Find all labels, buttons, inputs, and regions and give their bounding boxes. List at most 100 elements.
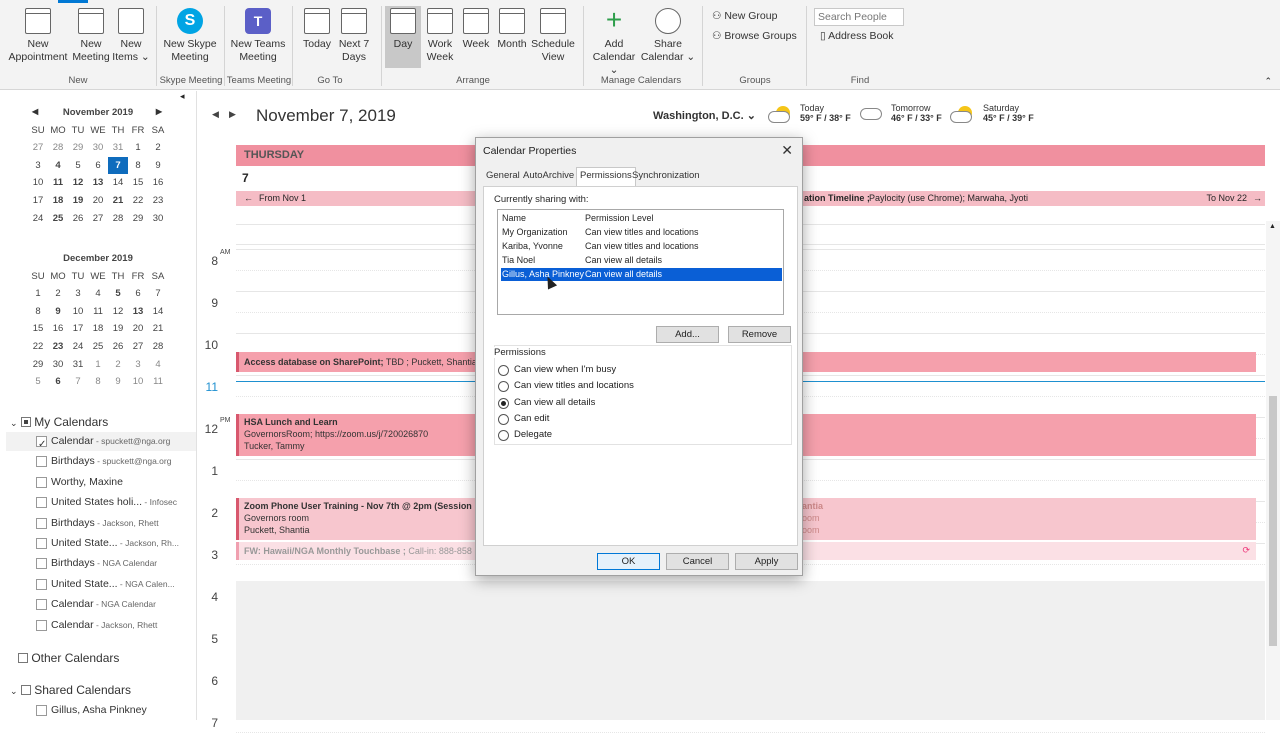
- calendar-day[interactable]: 3: [28, 157, 48, 175]
- checkbox[interactable]: ✓: [36, 436, 47, 450]
- month-button[interactable]: Month: [494, 8, 530, 51]
- calendar-day[interactable]: 11: [88, 303, 108, 321]
- week-button[interactable]: Week: [458, 8, 494, 51]
- calendar-day[interactable]: 13: [128, 303, 148, 321]
- calendar-day[interactable]: 23: [148, 192, 168, 210]
- checkbox[interactable]: [36, 705, 47, 716]
- scrollbar[interactable]: ▲: [1266, 221, 1280, 720]
- calendar-day[interactable]: 20: [88, 192, 108, 210]
- next-7-days-button[interactable]: Next 7 Days: [336, 8, 372, 64]
- close-icon[interactable]: ✕: [781, 142, 793, 159]
- calendar-day[interactable]: 10: [28, 174, 48, 192]
- calendar-day[interactable]: 16: [48, 320, 68, 338]
- calendar-day[interactable]: 30: [88, 139, 108, 157]
- prev-month-icon[interactable]: ◀: [32, 107, 38, 116]
- scroll-up-icon[interactable]: ▲: [1269, 223, 1276, 230]
- address-book-button[interactable]: ▯ Address Book: [820, 30, 894, 42]
- radio[interactable]: [498, 398, 509, 409]
- calendar-list-item[interactable]: United State... - NGA Calen...: [6, 575, 196, 594]
- calendar-day[interactable]: 10: [128, 373, 148, 391]
- calendar-day[interactable]: 2: [48, 285, 68, 303]
- calendar-day[interactable]: 4: [88, 285, 108, 303]
- prev-day-icon[interactable]: ◀: [212, 109, 219, 119]
- calendar-day[interactable]: 3: [68, 285, 88, 303]
- work-week-button[interactable]: Work Week: [422, 8, 458, 64]
- calendar-day[interactable]: 15: [28, 320, 48, 338]
- new-meeting-button[interactable]: New Meeting: [72, 8, 110, 64]
- calendar-day[interactable]: 4: [48, 157, 68, 175]
- next-day-icon[interactable]: ▶: [229, 109, 236, 119]
- calendar-day[interactable]: 8: [88, 373, 108, 391]
- calendar-list-item[interactable]: United State... - Jackson, Rh...: [6, 534, 196, 553]
- calendar-day[interactable]: 9: [48, 303, 68, 321]
- calendar-day[interactable]: 6: [48, 373, 68, 391]
- calendar-list-item[interactable]: Birthdays - spuckett@nga.org: [6, 452, 196, 471]
- calendar-day[interactable]: 1: [128, 139, 148, 157]
- calendar-day[interactable]: 2: [148, 139, 168, 157]
- tab-autoarchive[interactable]: AutoArchive: [523, 170, 574, 181]
- new-skype-meeting-button[interactable]: S New Skype Meeting: [160, 8, 220, 64]
- calendar-day[interactable]: 31: [68, 355, 88, 373]
- calendar-day[interactable]: 5: [108, 285, 128, 303]
- calendar-day[interactable]: 24: [68, 338, 88, 356]
- calendar-day[interactable]: 29: [68, 139, 88, 157]
- next-month-icon[interactable]: ▶: [156, 107, 162, 116]
- new-teams-meeting-button[interactable]: T New Teams Meeting: [228, 8, 288, 64]
- browse-groups-button[interactable]: ⚇ Browse Groups: [712, 30, 797, 42]
- list-item[interactable]: Tia Noel Can view all details: [501, 254, 782, 267]
- calendar-day[interactable]: 11: [48, 174, 68, 192]
- calendar-day[interactable]: 15: [128, 174, 148, 192]
- add-button[interactable]: Add...: [656, 326, 719, 343]
- shared-calendar-item[interactable]: Gillus, Asha Pinkney: [6, 701, 196, 720]
- calendar-day[interactable]: 29: [28, 355, 48, 373]
- checkbox[interactable]: [36, 599, 47, 611]
- add-calendar-button[interactable]: + Add Calendar ⌄: [588, 6, 640, 77]
- calendar-day[interactable]: 8: [28, 303, 48, 321]
- calendar-day[interactable]: 22: [128, 192, 148, 210]
- today-button[interactable]: Today: [298, 8, 336, 51]
- calendar-day[interactable]: 18: [88, 320, 108, 338]
- search-people-input[interactable]: Search People: [814, 8, 904, 26]
- calendar-day[interactable]: 5: [28, 373, 48, 391]
- calendar-day[interactable]: 7: [108, 156, 128, 175]
- calendar-day[interactable]: 28: [108, 209, 128, 227]
- calendar-day[interactable]: 20: [128, 320, 148, 338]
- checkbox[interactable]: [18, 653, 28, 663]
- calendar-day[interactable]: 19: [108, 320, 128, 338]
- calendar-day[interactable]: 12: [68, 174, 88, 192]
- calendar-day[interactable]: 27: [28, 139, 48, 157]
- calendar-day[interactable]: 22: [28, 338, 48, 356]
- calendar-day[interactable]: 23: [48, 338, 68, 356]
- calendar-day[interactable]: 27: [88, 209, 108, 227]
- checkbox[interactable]: [36, 558, 47, 570]
- calendar-day[interactable]: 26: [68, 209, 88, 227]
- my-calendars-header[interactable]: ⌄ My Calendars: [10, 415, 108, 429]
- checkbox[interactable]: [20, 417, 31, 427]
- checkbox[interactable]: [36, 538, 47, 549]
- calendar-day[interactable]: 26: [108, 338, 128, 356]
- calendar-day[interactable]: 7: [68, 373, 88, 391]
- calendar-day[interactable]: 5: [68, 157, 88, 175]
- new-group-button[interactable]: ⚇ New Group: [712, 10, 777, 22]
- share-calendar-button[interactable]: Share Calendar ⌄: [640, 8, 696, 64]
- scroll-thumb[interactable]: [1269, 396, 1277, 646]
- calendar-day[interactable]: 6: [88, 157, 108, 175]
- checkbox[interactable]: [36, 619, 47, 631]
- calendar-day[interactable]: 24: [28, 209, 48, 227]
- calendar-day[interactable]: 21: [148, 320, 168, 338]
- calendar-day[interactable]: 30: [148, 209, 168, 227]
- tab-permissions[interactable]: Permissions: [576, 167, 636, 186]
- calendar-day[interactable]: 19: [68, 192, 88, 210]
- calendar-day[interactable]: 16: [148, 174, 168, 192]
- calendar-list-item[interactable]: Calendar - NGA Calendar: [6, 595, 196, 614]
- checkbox[interactable]: [36, 476, 47, 488]
- remove-button[interactable]: Remove: [728, 326, 791, 343]
- calendar-list-item[interactable]: ✓ Calendar - spuckett@nga.org: [6, 432, 196, 451]
- other-calendars-header[interactable]: Other Calendars: [18, 651, 119, 665]
- calendar-day[interactable]: 10: [68, 303, 88, 321]
- radio[interactable]: [498, 365, 509, 376]
- checkbox[interactable]: [36, 578, 47, 590]
- calendar-day[interactable]: 31: [108, 139, 128, 157]
- radio[interactable]: [498, 430, 509, 441]
- list-item[interactable]: My Organization Can view titles and locat…: [501, 226, 782, 239]
